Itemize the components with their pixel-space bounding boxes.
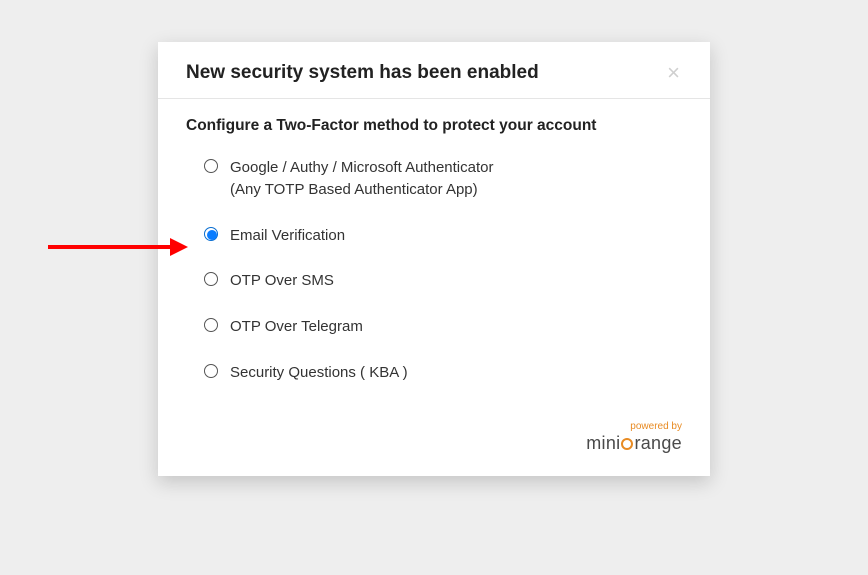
modal-title: New security system has been enabled — [186, 62, 539, 84]
brand-logo: minirange — [586, 433, 682, 453]
modal-footer: powered by minirange — [158, 416, 710, 476]
radio-icon[interactable] — [204, 272, 218, 286]
option-email-verification[interactable]: Email Verification — [204, 225, 682, 247]
option-label: Google / Authy / Microsoft Authenticator… — [230, 157, 493, 201]
radio-icon[interactable] — [204, 318, 218, 332]
annotation-arrow-icon — [48, 240, 190, 254]
option-label: OTP Over Telegram — [230, 316, 363, 338]
modal-body: Configure a Two-Factor method to protect… — [158, 99, 710, 416]
powered-by-badge: powered by minirange — [586, 422, 682, 453]
security-modal: New security system has been enabled × C… — [158, 42, 710, 476]
option-label: OTP Over SMS — [230, 270, 334, 292]
radio-icon[interactable] — [204, 364, 218, 378]
option-security-questions[interactable]: Security Questions ( KBA ) — [204, 362, 682, 384]
powered-by-label: powered by — [586, 422, 682, 432]
option-label: Security Questions ( KBA ) — [230, 362, 408, 384]
option-otp-sms[interactable]: OTP Over SMS — [204, 270, 682, 292]
brand-ring-icon — [621, 438, 633, 450]
option-totp[interactable]: Google / Authy / Microsoft Authenticator… — [204, 157, 682, 201]
option-label: Email Verification — [230, 225, 345, 247]
close-icon[interactable]: × — [665, 62, 682, 84]
modal-subtitle: Configure a Two-Factor method to protect… — [186, 117, 682, 135]
radio-icon[interactable] — [204, 227, 218, 241]
option-list: Google / Authy / Microsoft Authenticator… — [186, 157, 682, 384]
radio-icon[interactable] — [204, 159, 218, 173]
option-otp-telegram[interactable]: OTP Over Telegram — [204, 316, 682, 338]
modal-header: New security system has been enabled × — [158, 42, 710, 99]
